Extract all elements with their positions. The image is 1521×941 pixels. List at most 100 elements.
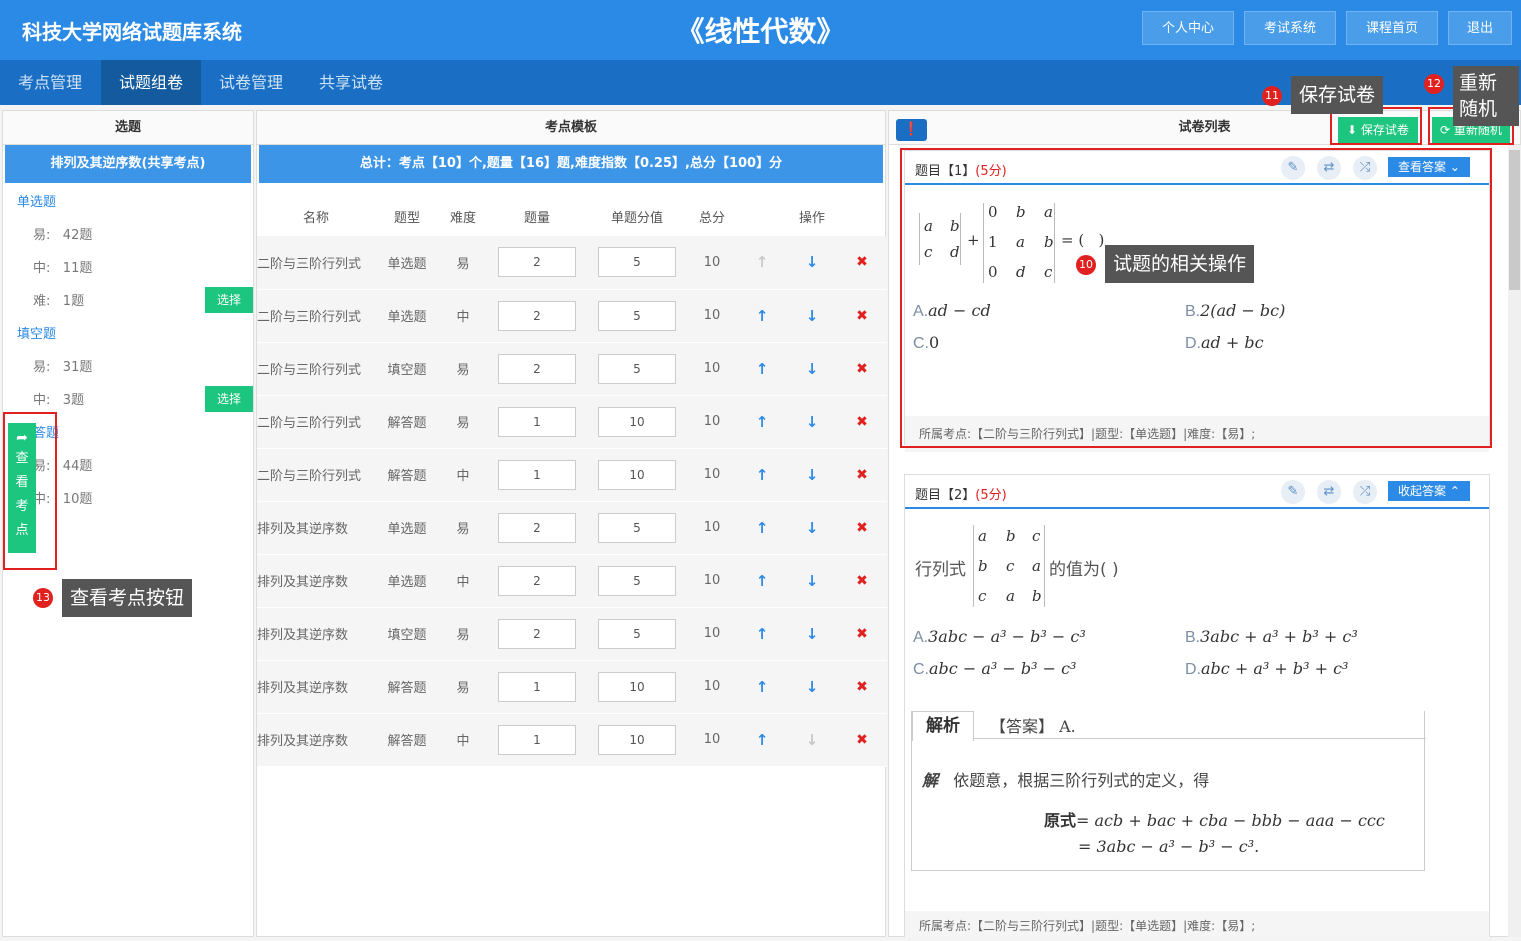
template-table: 名称 题型 难度 题量 单题分值 总分 操作 二阶与三阶行列式 单选题易 2 5 10 ↑… — [257, 196, 887, 767]
move-up-icon[interactable]: ↑ — [756, 307, 769, 325]
kp-name-link[interactable]: 二阶与三阶行列式 — [257, 236, 375, 290]
move-down-icon[interactable]: ↓ — [806, 572, 819, 590]
move-up-icon[interactable]: ↑ — [756, 731, 769, 749]
type-cell: 单选题 — [375, 289, 439, 343]
move-down-icon[interactable]: ↓ — [806, 519, 819, 537]
move-up-icon[interactable]: ↑ — [756, 572, 769, 590]
count-input[interactable]: 2 — [498, 618, 576, 649]
score-input[interactable]: 5 — [598, 300, 676, 331]
move-up-icon[interactable]: ↑ — [756, 678, 769, 696]
summary-bar: 总计：考点【10】个,题量【16】题,难度指数【0.25】,总分【100】分 — [259, 145, 883, 183]
kp-name-link[interactable]: 排列及其逆序数 — [257, 660, 375, 714]
table-row: 二阶与三阶行列式 解答题易 1 10 10 ↑ ↓ ✖ — [257, 395, 887, 449]
shuffle-icon[interactable]: ⤮ — [1353, 480, 1377, 504]
tab-shared-paper[interactable]: 共享试卷 — [301, 60, 401, 105]
move-down-icon[interactable]: ↓ — [806, 678, 819, 696]
option-b: B.3abc + a³ + b³ + c³ — [1185, 627, 1358, 646]
kp-name-link[interactable]: 排列及其逆序数 — [257, 554, 375, 608]
delete-icon[interactable]: ✖ — [856, 361, 868, 377]
delete-icon[interactable]: ✖ — [856, 308, 868, 324]
score-input[interactable]: 5 — [598, 512, 676, 543]
total-cell: 10 — [687, 501, 737, 555]
replace-icon[interactable]: ⇄ — [1317, 480, 1341, 504]
col-count: 题量 — [523, 210, 550, 226]
count-input[interactable]: 1 — [498, 459, 576, 490]
kp-name-link[interactable]: 二阶与三阶行列式 — [257, 395, 375, 449]
score-input[interactable]: 5 — [598, 353, 676, 384]
annotation-box-kp — [3, 412, 57, 570]
edit-icon[interactable]: ✎ — [1281, 480, 1305, 504]
move-up-icon[interactable]: ↑ — [756, 466, 769, 484]
total-cell: 10 — [687, 660, 737, 714]
annotation-tip-question-ops: 试题的相关操作 — [1105, 245, 1255, 283]
move-down-icon[interactable]: ↓ — [806, 466, 819, 484]
delete-icon[interactable]: ✖ — [856, 732, 868, 748]
count-input[interactable]: 2 — [498, 565, 576, 596]
difficulty-cell: 易 — [439, 342, 487, 396]
count-input[interactable]: 2 — [498, 300, 576, 331]
category-fill[interactable]: 填空题 — [17, 323, 56, 342]
move-up-icon[interactable]: ↑ — [756, 360, 769, 378]
table-row: 排列及其逆序数 填空题易 2 5 10 ↑ ↓ ✖ — [257, 607, 887, 661]
delete-icon[interactable]: ✖ — [856, 573, 868, 589]
move-down-icon[interactable]: ↓ — [806, 413, 819, 431]
kp-name-link[interactable]: 二阶与三阶行列式 — [257, 448, 375, 502]
delete-icon[interactable]: ✖ — [856, 467, 868, 483]
option-a: A.3abc − a³ − b³ − c³ — [913, 627, 1086, 646]
tab-kp-manage[interactable]: 考点管理 — [0, 60, 100, 105]
score-input[interactable]: 5 — [598, 565, 676, 596]
kp-name-link[interactable]: 二阶与三阶行列式 — [257, 342, 375, 396]
move-up-icon[interactable]: ↑ — [756, 253, 769, 271]
kp-name-link[interactable]: 排列及其逆序数 — [257, 607, 375, 661]
count-input[interactable]: 2 — [498, 353, 576, 384]
score-input[interactable]: 10 — [598, 406, 676, 437]
delete-icon[interactable]: ✖ — [856, 626, 868, 642]
score-input[interactable]: 10 — [598, 724, 676, 755]
count-input[interactable]: 2 — [498, 512, 576, 543]
delete-icon[interactable]: ✖ — [856, 679, 868, 695]
move-up-icon[interactable]: ↑ — [756, 413, 769, 431]
scrollbar[interactable] — [1508, 145, 1521, 937]
tab-paper-manage[interactable]: 试卷管理 — [201, 60, 301, 105]
info-icon[interactable]: ❗ — [896, 119, 927, 141]
analysis-box: 解析 【答案】 A. 解 依题意，根据三阶行列式的定义，得 原式= acb + … — [911, 711, 1426, 871]
move-up-icon[interactable]: ↑ — [756, 625, 769, 643]
count-input[interactable]: 1 — [498, 671, 576, 702]
score-input[interactable]: 10 — [598, 671, 676, 702]
kp-name-link[interactable]: 二阶与三阶行列式 — [257, 289, 375, 343]
count-input[interactable]: 2 — [498, 247, 576, 278]
difficulty-cell: 易 — [439, 501, 487, 555]
move-down-icon[interactable]: ↓ — [806, 253, 819, 271]
course-home-button[interactable]: 课程首页 — [1346, 11, 1438, 45]
count-input[interactable]: 1 — [498, 724, 576, 755]
move-down-icon[interactable]: ↓ — [806, 625, 819, 643]
category-single[interactable]: 单选题 — [17, 191, 56, 210]
delete-icon[interactable]: ✖ — [856, 414, 868, 430]
type-cell: 单选题 — [375, 501, 439, 555]
table-row: 排列及其逆序数 解答题中 1 10 10 ↑ ↓ ✖ — [257, 713, 887, 767]
move-down-icon[interactable]: ↓ — [806, 360, 819, 378]
kp-name-link[interactable]: 排列及其逆序数 — [257, 501, 375, 555]
select-button[interactable]: 选择 — [205, 287, 253, 313]
score-input[interactable]: 5 — [598, 247, 676, 278]
move-down-icon[interactable]: ↓ — [806, 307, 819, 325]
delete-icon[interactable]: ✖ — [856, 254, 868, 270]
analysis-tab[interactable]: 解析 — [912, 711, 974, 741]
logout-button[interactable]: 退出 — [1448, 11, 1512, 45]
kp-name-link[interactable]: 排列及其逆序数 — [257, 713, 375, 767]
personal-center-button[interactable]: 个人中心 — [1142, 11, 1234, 45]
score-input[interactable]: 5 — [598, 618, 676, 649]
collapse-answer-button[interactable]: 收起答案 ⌃ — [1388, 481, 1470, 501]
exam-system-button[interactable]: 考试系统 — [1244, 11, 1336, 45]
tab-compose[interactable]: 试题组卷 — [101, 60, 202, 105]
delete-icon[interactable]: ✖ — [856, 520, 868, 536]
select-button[interactable]: 选择 — [205, 386, 253, 412]
annotation-badge-10: 10 — [1076, 255, 1096, 275]
move-up-icon[interactable]: ↑ — [756, 519, 769, 537]
scrollbar-thumb[interactable] — [1509, 150, 1520, 290]
score-input[interactable]: 10 — [598, 459, 676, 490]
count-input[interactable]: 1 — [498, 406, 576, 437]
col-score: 单题分值 — [610, 210, 663, 226]
move-down-icon[interactable]: ↓ — [806, 731, 819, 749]
difficulty-cell: 易 — [439, 607, 487, 661]
